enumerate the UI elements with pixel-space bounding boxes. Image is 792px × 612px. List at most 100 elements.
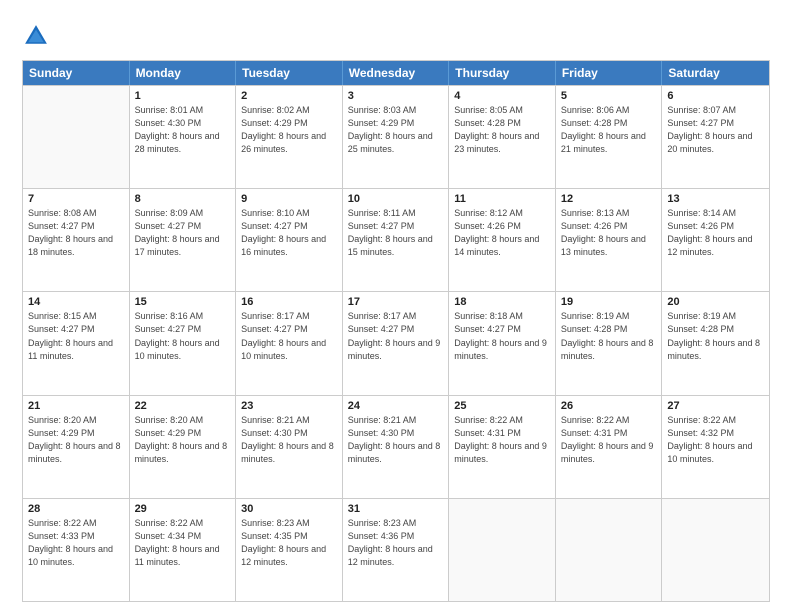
calendar-cell: 10Sunrise: 8:11 AM Sunset: 4:27 PM Dayli… [343,189,450,291]
calendar-row-4: 21 Sunrise: 8:20 AM Sunset: 4:29 PM Dayli… [23,395,769,498]
calendar-cell: 27 Sunrise: 8:22 AM Sunset: 4:32 PM Dayli… [662,396,769,498]
cell-info: Sunrise: 8:02 AM Sunset: 4:29 PM Dayligh… [241,104,337,156]
cell-info: Sunrise: 8:05 AM Sunset: 4:28 PM Dayligh… [454,104,550,156]
weekday-header-wednesday: Wednesday [343,61,450,85]
day-number: 13 [667,193,764,205]
day-number: 4 [454,90,550,102]
weekday-header-sunday: Sunday [23,61,130,85]
calendar-cell: 22 Sunrise: 8:20 AM Sunset: 4:29 PM Dayli… [130,396,237,498]
day-number: 12 [561,193,657,205]
cell-info: Sunrise: 8:07 AM Sunset: 4:27 PM Dayligh… [667,104,764,156]
cell-info: Sunrise: 8:16 AM Sunset: 4:27 PM Dayligh… [135,310,231,362]
weekday-header-tuesday: Tuesday [236,61,343,85]
day-number: 7 [28,193,124,205]
cell-info: Sunrise: 8:17 AM Sunset: 4:27 PM Dayligh… [348,310,444,362]
calendar-cell [662,499,769,601]
calendar-cell: 6 Sunrise: 8:07 AM Sunset: 4:27 PM Daylig… [662,86,769,188]
cell-info: Sunrise: 8:15 AM Sunset: 4:27 PM Dayligh… [28,310,124,362]
calendar-cell: 21 Sunrise: 8:20 AM Sunset: 4:29 PM Dayli… [23,396,130,498]
day-number: 21 [28,400,124,412]
weekday-header-friday: Friday [556,61,663,85]
day-number: 8 [135,193,231,205]
weekday-header-monday: Monday [130,61,237,85]
day-number: 31 [348,503,444,515]
cell-info: Sunrise: 8:20 AM Sunset: 4:29 PM Dayligh… [28,414,124,466]
weekday-header-thursday: Thursday [449,61,556,85]
cell-info: Sunrise: 8:06 AM Sunset: 4:28 PM Dayligh… [561,104,657,156]
calendar-cell: 8Sunrise: 8:09 AM Sunset: 4:27 PM Daylig… [130,189,237,291]
logo [22,22,56,50]
logo-icon [22,22,50,50]
calendar-cell [449,499,556,601]
day-number: 28 [28,503,124,515]
day-number: 27 [667,400,764,412]
calendar-cell: 12 Sunrise: 8:13 AM Sunset: 4:26 PM Dayli… [556,189,663,291]
calendar-cell: 18 Sunrise: 8:18 AM Sunset: 4:27 PM Dayli… [449,292,556,394]
cell-info: Sunrise: 8:13 AM Sunset: 4:26 PM Dayligh… [561,207,657,259]
calendar-header: SundayMondayTuesdayWednesdayThursdayFrid… [23,61,769,85]
cell-info: Sunrise: 8:17 AM Sunset: 4:27 PM Dayligh… [241,310,337,362]
calendar-cell: 17 Sunrise: 8:17 AM Sunset: 4:27 PM Dayli… [343,292,450,394]
header [22,18,770,50]
calendar-cell: 7 Sunrise: 8:08 AM Sunset: 4:27 PM Daylig… [23,189,130,291]
calendar-cell: 14 Sunrise: 8:15 AM Sunset: 4:27 PM Dayli… [23,292,130,394]
calendar-cell: 23 Sunrise: 8:21 AM Sunset: 4:30 PM Dayli… [236,396,343,498]
day-number: 11 [454,193,550,205]
calendar-cell: 3Sunrise: 8:03 AM Sunset: 4:29 PM Daylig… [343,86,450,188]
calendar-cell: 26 Sunrise: 8:22 AM Sunset: 4:31 PM Dayli… [556,396,663,498]
day-number: 29 [135,503,231,515]
calendar-cell: 16 Sunrise: 8:17 AM Sunset: 4:27 PM Dayli… [236,292,343,394]
cell-info: Sunrise: 8:22 AM Sunset: 4:34 PM Dayligh… [135,517,231,569]
cell-info: Sunrise: 8:18 AM Sunset: 4:27 PM Dayligh… [454,310,550,362]
day-number: 18 [454,296,550,308]
day-number: 23 [241,400,337,412]
day-number: 30 [241,503,337,515]
day-number: 5 [561,90,657,102]
cell-info: Sunrise: 8:22 AM Sunset: 4:31 PM Dayligh… [454,414,550,466]
day-number: 24 [348,400,444,412]
weekday-header-saturday: Saturday [662,61,769,85]
cell-info: Sunrise: 8:08 AM Sunset: 4:27 PM Dayligh… [28,207,124,259]
cell-info: Sunrise: 8:11 AM Sunset: 4:27 PM Dayligh… [348,207,444,259]
day-number: 25 [454,400,550,412]
day-number: 26 [561,400,657,412]
page: SundayMondayTuesdayWednesdayThursdayFrid… [0,0,792,612]
calendar-cell: 13 Sunrise: 8:14 AM Sunset: 4:26 PM Dayli… [662,189,769,291]
day-number: 15 [135,296,231,308]
calendar-cell: 19Sunrise: 8:19 AM Sunset: 4:28 PM Dayli… [556,292,663,394]
cell-info: Sunrise: 8:14 AM Sunset: 4:26 PM Dayligh… [667,207,764,259]
cell-info: Sunrise: 8:22 AM Sunset: 4:32 PM Dayligh… [667,414,764,466]
day-number: 1 [135,90,231,102]
calendar-cell: 25 Sunrise: 8:22 AM Sunset: 4:31 PM Dayli… [449,396,556,498]
calendar-row-2: 7 Sunrise: 8:08 AM Sunset: 4:27 PM Daylig… [23,188,769,291]
calendar-cell: 4 Sunrise: 8:05 AM Sunset: 4:28 PM Daylig… [449,86,556,188]
calendar: SundayMondayTuesdayWednesdayThursdayFrid… [22,60,770,602]
calendar-cell: 31Sunrise: 8:23 AM Sunset: 4:36 PM Dayli… [343,499,450,601]
day-number: 3 [348,90,444,102]
day-number: 14 [28,296,124,308]
calendar-cell: 20Sunrise: 8:19 AM Sunset: 4:28 PM Dayli… [662,292,769,394]
cell-info: Sunrise: 8:23 AM Sunset: 4:35 PM Dayligh… [241,517,337,569]
day-number: 9 [241,193,337,205]
cell-info: Sunrise: 8:21 AM Sunset: 4:30 PM Dayligh… [241,414,337,466]
day-number: 16 [241,296,337,308]
day-number: 20 [667,296,764,308]
day-number: 17 [348,296,444,308]
cell-info: Sunrise: 8:22 AM Sunset: 4:33 PM Dayligh… [28,517,124,569]
day-number: 6 [667,90,764,102]
cell-info: Sunrise: 8:19 AM Sunset: 4:28 PM Dayligh… [561,310,657,362]
cell-info: Sunrise: 8:12 AM Sunset: 4:26 PM Dayligh… [454,207,550,259]
cell-info: Sunrise: 8:21 AM Sunset: 4:30 PM Dayligh… [348,414,444,466]
calendar-cell: 30 Sunrise: 8:23 AM Sunset: 4:35 PM Dayli… [236,499,343,601]
calendar-cell: 1Sunrise: 8:01 AM Sunset: 4:30 PM Daylig… [130,86,237,188]
cell-info: Sunrise: 8:20 AM Sunset: 4:29 PM Dayligh… [135,414,231,466]
cell-info: Sunrise: 8:10 AM Sunset: 4:27 PM Dayligh… [241,207,337,259]
calendar-row-3: 14 Sunrise: 8:15 AM Sunset: 4:27 PM Dayli… [23,291,769,394]
calendar-row-5: 28 Sunrise: 8:22 AM Sunset: 4:33 PM Dayli… [23,498,769,601]
calendar-cell: 15 Sunrise: 8:16 AM Sunset: 4:27 PM Dayli… [130,292,237,394]
calendar-body: 1Sunrise: 8:01 AM Sunset: 4:30 PM Daylig… [23,85,769,601]
calendar-cell: 2Sunrise: 8:02 AM Sunset: 4:29 PM Daylig… [236,86,343,188]
cell-info: Sunrise: 8:22 AM Sunset: 4:31 PM Dayligh… [561,414,657,466]
calendar-row-1: 1Sunrise: 8:01 AM Sunset: 4:30 PM Daylig… [23,85,769,188]
day-number: 22 [135,400,231,412]
